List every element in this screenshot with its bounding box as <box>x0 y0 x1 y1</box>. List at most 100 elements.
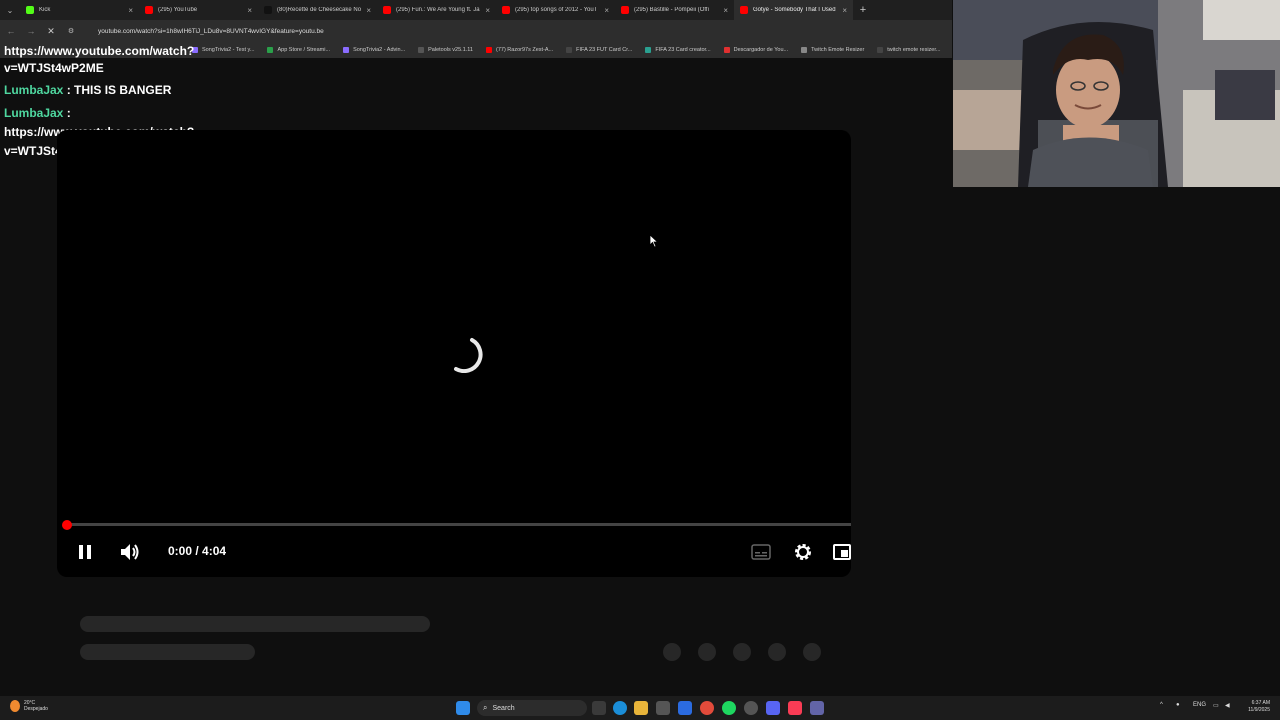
settings-app-icon[interactable] <box>744 701 758 715</box>
action-skeleton <box>733 643 751 661</box>
clock-date: 11/9/2025 <box>1248 707 1270 713</box>
bookmark-item[interactable]: twitch emote resizer... <box>877 47 940 53</box>
bookmark-favicon-icon <box>267 47 274 53</box>
browser-tab[interactable]: (295) Fun.: We Are Young ft. Ja × <box>377 0 496 20</box>
tab-search-icon[interactable]: ⌄ <box>0 0 20 20</box>
bookmark-item[interactable]: (77) Razor97s Zest-A... <box>486 47 553 53</box>
bookmark-item[interactable]: SongTrivia2 - Advin... <box>343 47 405 53</box>
volume-button[interactable] <box>119 542 141 562</box>
store-icon[interactable] <box>656 701 670 715</box>
chat-username[interactable]: LumbaJax <box>4 83 63 97</box>
search-icon: ⌕ <box>483 703 488 712</box>
bookmark-favicon-icon <box>877 47 884 53</box>
chat-message: LumbaJax : THIS IS BANGER <box>4 81 171 100</box>
reload-icon[interactable]: ✕ <box>44 26 58 37</box>
spotify-icon[interactable] <box>722 701 736 715</box>
edge-icon[interactable] <box>613 701 627 715</box>
captions-icon <box>751 544 771 560</box>
bookmark-item[interactable]: Paletools v25.1.11 <box>418 47 473 53</box>
bookmark-item[interactable]: Twitch Emote Resizer <box>801 47 864 53</box>
bookmark-label: FIFA 23 Card creator... <box>655 47 711 53</box>
clock-time: 6:37 AM <box>1251 700 1270 706</box>
tab-title: (295) top songs of 2012 - YouT <box>515 7 598 13</box>
progress-bar[interactable] <box>64 523 851 526</box>
chat-message: LumbaJax : <box>4 104 71 123</box>
bookmark-label: SongTrivia2 - Test y... <box>202 47 255 53</box>
tab-close-icon[interactable]: × <box>842 6 847 15</box>
browser-tab[interactable]: (295) Bastille - Pompeii (Offi × <box>615 0 734 20</box>
tab-close-icon[interactable]: × <box>366 6 371 15</box>
speaker-icon[interactable]: ◀ <box>1225 702 1230 709</box>
time-display: 0:00 / 4:04 <box>168 544 227 558</box>
browser-tab[interactable]: Gotye - Somebody That I Used × <box>734 0 853 20</box>
bookmark-item[interactable]: App Store / Streami... <box>267 47 330 53</box>
bookmark-label: FIFA 23 FUT Card Cr... <box>576 47 633 53</box>
progress-scrubber[interactable] <box>62 520 72 530</box>
tab-title: (295) YouTube <box>158 7 198 13</box>
taskbar-search[interactable]: ⌕ Search <box>477 700 587 716</box>
miniplayer-icon <box>833 544 851 560</box>
task-view-icon[interactable] <box>592 701 606 715</box>
tab-title: (295) Bastille - Pompeii (Offi <box>634 7 709 13</box>
bookmark-favicon-icon <box>801 47 808 53</box>
tray-overflow-icon[interactable]: ^ <box>1160 702 1163 708</box>
webcam-overlay <box>953 0 1280 187</box>
new-tab-icon[interactable]: + <box>853 4 873 16</box>
weather-icon <box>10 700 20 712</box>
tab-close-icon[interactable]: × <box>247 6 252 15</box>
browser-tab[interactable]: (295) top songs of 2012 - YouT × <box>496 0 615 20</box>
chat-username[interactable]: LumbaJax <box>4 106 63 120</box>
bookmark-item[interactable]: SongTrivia2 - Test y... <box>192 47 254 53</box>
channel-skeleton <box>80 644 255 660</box>
back-icon[interactable]: ← <box>4 26 18 36</box>
search-placeholder: Search <box>492 704 515 712</box>
bookmark-label: Paletools v25.1.11 <box>428 47 473 53</box>
tabs: Kick × (295) YouTube × (80)Recette de Cheese… <box>20 0 853 20</box>
tab-close-icon[interactable]: × <box>128 6 133 15</box>
windows-start-icon[interactable] <box>456 701 470 715</box>
bookmark-favicon-icon <box>418 47 425 53</box>
network-icon[interactable]: ▭ <box>1213 702 1219 709</box>
chat-message-text: THIS IS BANGER <box>74 83 172 97</box>
miniplayer-button[interactable] <box>832 542 852 562</box>
bookmark-item[interactable]: Descargador de You... <box>723 47 789 53</box>
music-icon[interactable] <box>788 701 802 715</box>
discord-icon[interactable] <box>766 701 780 715</box>
site-info-icon[interactable]: ⚙ <box>64 27 78 35</box>
bookmark-list: SongTrivia2 - Test y... App Store / Strea… <box>192 47 952 53</box>
tab-favicon-icon <box>621 6 629 14</box>
chrome-icon[interactable] <box>700 701 714 715</box>
action-skeleton <box>698 643 716 661</box>
bookmark-label: Descargador de You... <box>733 47 789 53</box>
microphone-icon[interactable]: ● <box>1176 702 1180 708</box>
settings-button[interactable] <box>792 541 814 563</box>
tab-close-icon[interactable]: × <box>485 6 490 15</box>
action-skeleton <box>768 643 786 661</box>
file-explorer-icon[interactable] <box>634 701 648 715</box>
bookmark-label: (77) Razor97s Zest-A... <box>496 47 554 53</box>
browser-tab[interactable]: (295) YouTube × <box>139 0 258 20</box>
pause-icon <box>79 545 91 559</box>
language-indicator[interactable]: ENG <box>1193 702 1206 708</box>
captions-button[interactable] <box>750 543 772 561</box>
browser-tab[interactable]: Kick × <box>20 0 139 20</box>
bookmark-item[interactable]: FIFA 23 FUT Card Cr... <box>566 47 632 53</box>
clock[interactable]: 6:37 AM 11/9/2025 <box>1238 700 1270 714</box>
tab-close-icon[interactable]: × <box>604 6 609 15</box>
bookmark-item[interactable]: FIFA 23 Card creator... <box>645 47 711 53</box>
bookmark-label: App Store / Streami... <box>277 47 331 53</box>
url-field[interactable]: youtube.com/watch?si=1h8wIH6TiJ_LDu8v=8U… <box>90 23 332 39</box>
forward-icon[interactable]: → <box>24 26 38 36</box>
mail-icon[interactable] <box>678 701 692 715</box>
browser-tab[interactable]: (80)Recette de Cheesecake No × <box>258 0 377 20</box>
tab-title: Kick <box>39 7 51 13</box>
chat-separator: : <box>63 83 75 97</box>
pause-button[interactable] <box>76 543 94 561</box>
bookmark-label: Twitch Emote Resizer <box>811 47 865 53</box>
volume-icon <box>121 544 139 560</box>
tab-close-icon[interactable]: × <box>723 6 728 15</box>
weather-widget[interactable]: 20°C Despejado <box>10 700 48 712</box>
chat-line: v=WTJSt4wP2ME <box>4 61 104 75</box>
teams-icon[interactable] <box>810 701 824 715</box>
webcam-feed <box>953 0 1280 187</box>
